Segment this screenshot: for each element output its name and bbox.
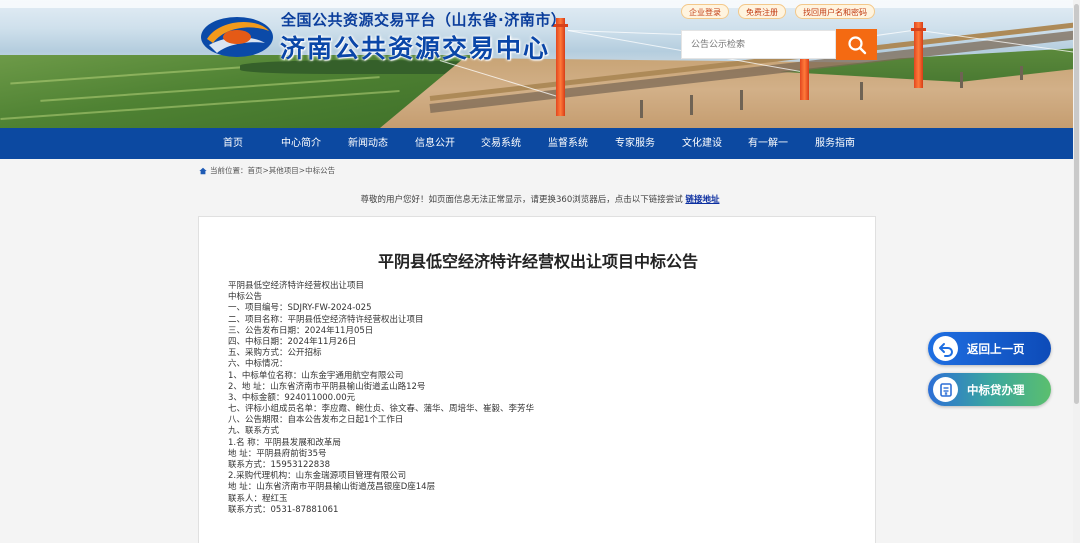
bridge-pier xyxy=(690,95,693,115)
article-line: 平阴县低空经济特许经营权出让项目 xyxy=(228,281,365,291)
article-line: 1、中标单位名称：山东金宇通用航空有限公司 xyxy=(228,370,404,381)
bridge-pier xyxy=(960,72,963,88)
nav-item-info-disclosure[interactable]: 信息公开 xyxy=(405,128,465,159)
article-line: 联系人：程红玉 xyxy=(228,493,288,504)
award-loan-button[interactable]: ¥ 中标贷办理 xyxy=(928,373,1051,406)
site-title: 济南公共资源交易中心 xyxy=(280,34,551,63)
article-line: 2.采购代理机构：山东金瑞源项目管理有限公司 xyxy=(228,471,407,482)
home-icon xyxy=(199,167,207,175)
breadcrumb-other-projects[interactable]: 其他项目 xyxy=(269,165,299,177)
article-line: 三、公告发布日期：2024年11月05日 xyxy=(228,325,374,336)
free-register-link[interactable]: 免费注册 xyxy=(738,4,786,19)
nav-item-culture[interactable]: 文化建设 xyxy=(672,128,732,159)
platform-title: 全国公共资源交易平台（山东省·济南市） xyxy=(281,11,567,29)
scrollbar-thumb[interactable] xyxy=(1074,4,1079,404)
article-line: 八、公告期限：自本公告发布之日起1个工作日 xyxy=(228,415,404,426)
svg-text:¥: ¥ xyxy=(944,391,947,396)
nav-item-home[interactable]: 首页 xyxy=(203,128,263,159)
article-line: 四、中标日期：2024年11月26日 xyxy=(228,336,357,347)
nav-item-service-guide[interactable]: 服务指南 xyxy=(805,128,865,159)
article-body: 平阴县低空经济特许经营权出让项目 中标公告 一、项目编号：SDJRY-FW-20… xyxy=(228,281,828,516)
nav-item-about[interactable]: 中心简介 xyxy=(271,128,331,159)
browser-notice-text: 尊敬的用户您好！如页面信息无法正常显示，请更换360浏览器后，点击以下链接尝试 xyxy=(360,195,683,205)
nav-item-news[interactable]: 新闻动态 xyxy=(338,128,398,159)
loan-document-icon: ¥ xyxy=(933,377,958,402)
bridge-pier xyxy=(1020,66,1023,80)
nav-item-expert-service[interactable]: 专家服务 xyxy=(605,128,665,159)
article-line: 地 址：平阴县府前街35号 xyxy=(228,448,327,459)
article-line: 五、采购方式：公开招标 xyxy=(228,348,322,359)
bridge-pier xyxy=(640,100,643,118)
nav-item-trading-system[interactable]: 交易系统 xyxy=(471,128,531,159)
article-line: 九、联系方式 xyxy=(228,426,280,437)
article-line: 联系方式：15953122838 xyxy=(228,460,330,470)
article-line: 2、地 址：山东省济南市平阴县榆山街道孟山路12号 xyxy=(228,381,426,392)
search-button[interactable] xyxy=(836,29,877,60)
article-line: 二、项目名称：平阴县低空经济特许经营权出让项目 xyxy=(228,314,424,325)
search-input[interactable] xyxy=(681,30,836,59)
breadcrumb-award-notice[interactable]: 中标公告 xyxy=(305,165,335,177)
article-line: 中标公告 xyxy=(228,292,263,303)
breadcrumb: 当前位置： 首页 > 其他项目 > 中标公告 xyxy=(199,165,335,177)
award-loan-label: 中标贷办理 xyxy=(967,382,1025,397)
bridge-tower xyxy=(911,22,926,88)
logo-icon xyxy=(201,17,273,57)
bridge-pier xyxy=(860,82,863,100)
article-line: 1.名 称：平阴县发展和改革局 xyxy=(228,437,341,448)
bridge-pier xyxy=(740,90,743,110)
article-line: 六、中标情况： xyxy=(228,359,288,370)
breadcrumb-home[interactable]: 首页 xyxy=(248,165,263,177)
article-title: 平阴县低空经济特许经营权出让项目中标公告 xyxy=(377,252,698,271)
enterprise-login-link[interactable]: 企业登录 xyxy=(681,4,729,19)
article-line: 3、中标金额：924011000.00元 xyxy=(228,392,356,403)
back-arrow-icon xyxy=(933,336,958,361)
main-nav: 首页 中心简介 新闻动态 信息公开 交易系统 监督系统 专家服务 文化建设 有一… xyxy=(0,128,1080,159)
article-line: 联系方式：0531-87881061 xyxy=(228,504,339,515)
nav-item-problem-solving[interactable]: 有一解一 xyxy=(738,128,798,159)
back-button[interactable]: 返回上一页 xyxy=(928,332,1051,365)
article-panel: 平阴县低空经济特许经营权出让项目中标公告 平阴县低空经济特许经营权出让项目 中标… xyxy=(198,216,876,543)
search-icon xyxy=(847,35,866,54)
browser-notice-link[interactable]: 链接地址 xyxy=(685,195,719,205)
breadcrumb-prefix: 当前位置： xyxy=(210,166,248,175)
bridge-tower xyxy=(553,18,568,116)
article-line: 一、项目编号：SDJRY-FW-2024-025 xyxy=(228,303,372,314)
article-line: 七、评标小组成员名单：李应霞、鲍仕贞、徐文春、蒲华、周培华、崔毅、李芳华 xyxy=(228,404,535,415)
article-line: 地 址：山东省济南市平阴县榆山街道茂昌银座D座14层 xyxy=(228,482,436,493)
recover-account-link[interactable]: 找回用户名和密码 xyxy=(795,4,875,19)
banner-sky xyxy=(0,0,1080,8)
browser-notice: 尊敬的用户您好！如页面信息无法正常显示，请更换360浏览器后，点击以下链接尝试 … xyxy=(0,193,1080,205)
nav-item-supervision-system[interactable]: 监督系统 xyxy=(538,128,598,159)
back-button-label: 返回上一页 xyxy=(967,341,1025,356)
